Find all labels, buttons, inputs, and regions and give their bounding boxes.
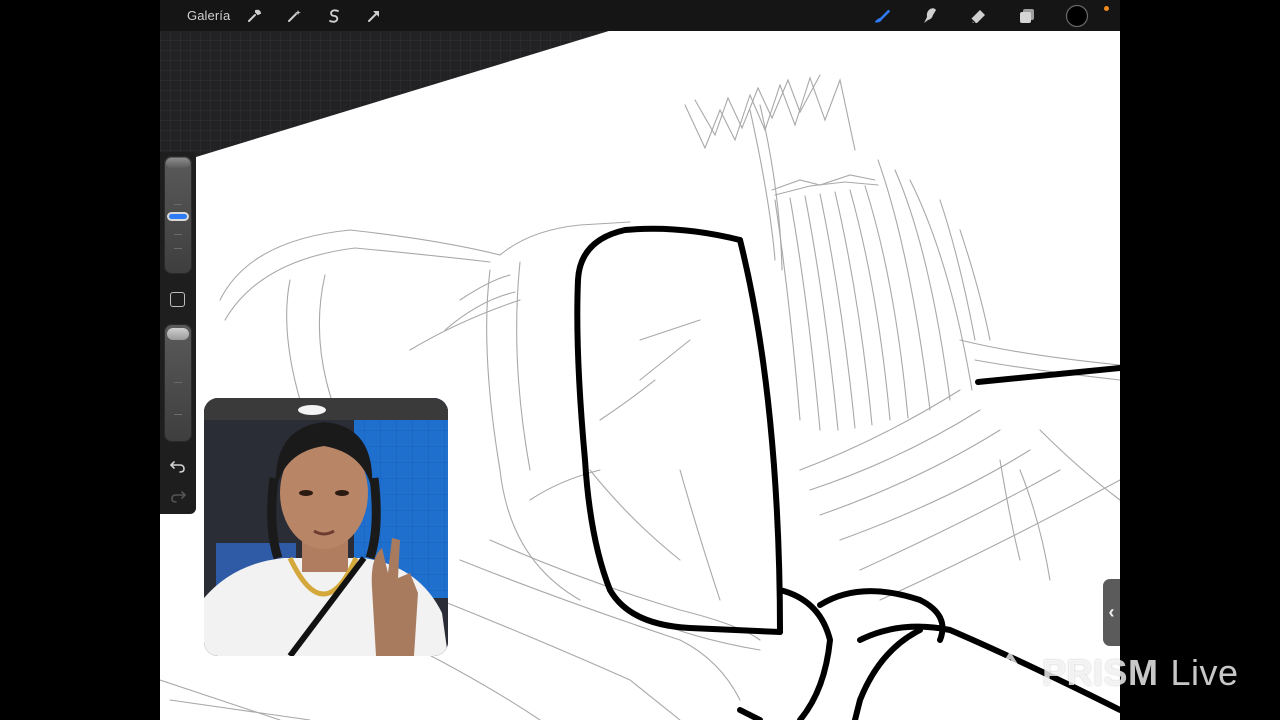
modify-button[interactable]	[170, 292, 185, 307]
wrench-icon[interactable]	[244, 6, 264, 26]
watermark-suffix: Live	[1170, 652, 1239, 693]
top-toolbar: Galería	[160, 0, 1120, 31]
slider-cap	[166, 158, 190, 168]
collapse-handle[interactable]: ‹	[1103, 579, 1120, 646]
slider-tick	[174, 248, 182, 249]
webcam-feed	[204, 398, 448, 656]
magic-wand-icon[interactable]	[284, 6, 304, 26]
undo-icon[interactable]	[169, 458, 187, 474]
prism-live-watermark: PRISM Live	[986, 650, 1239, 696]
watermark-brand: PRISM	[1042, 652, 1159, 693]
prism-logo-icon	[986, 653, 1034, 693]
brush-size-handle[interactable]	[169, 214, 187, 219]
opacity-slider[interactable]	[164, 324, 192, 442]
collapse-glyph: ‹	[1108, 602, 1115, 622]
slider-tick	[174, 382, 182, 383]
color-swatch[interactable]	[1065, 4, 1089, 28]
left-sidebar	[160, 152, 196, 514]
slider-tick	[174, 234, 182, 235]
redo-icon[interactable]	[169, 488, 187, 504]
eraser-icon[interactable]	[968, 6, 988, 26]
smudge-icon[interactable]	[920, 6, 940, 26]
slider-tick	[174, 204, 182, 205]
slider-tick	[174, 414, 182, 415]
brush-size-slider[interactable]	[164, 156, 192, 274]
brush-icon[interactable]	[872, 6, 892, 26]
layers-icon[interactable]	[1017, 6, 1037, 26]
gallery-button[interactable]: Galería	[187, 8, 230, 23]
transform-arrow-icon[interactable]	[364, 6, 384, 26]
status-dot	[1104, 6, 1109, 11]
selection-s-icon[interactable]	[324, 6, 344, 26]
opacity-handle[interactable]	[167, 328, 189, 340]
